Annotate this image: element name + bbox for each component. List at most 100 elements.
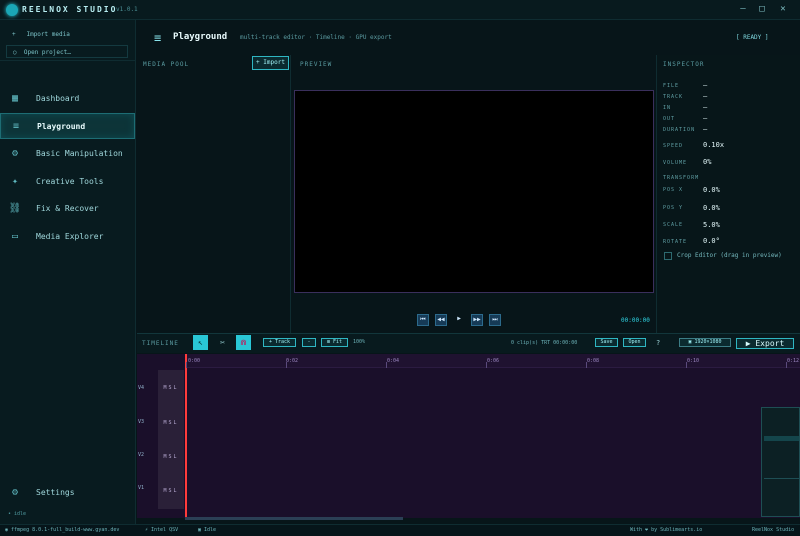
ruler-tick: [586, 362, 587, 368]
import-media-button[interactable]: + Import media: [6, 28, 128, 41]
ruler-label: 0:06: [487, 358, 500, 364]
inspector-value: —: [703, 81, 708, 89]
skip-start-button[interactable]: ⏮: [417, 314, 429, 326]
thumbnail-preview-popup: [761, 407, 800, 517]
save-button[interactable]: Save: [595, 338, 618, 347]
magnet-icon[interactable]: ⋒: [236, 335, 251, 350]
inspector-value: —: [703, 114, 708, 122]
ruler-label: 0:02: [286, 358, 299, 364]
inspector-label: INSPECTOR: [663, 61, 705, 68]
ruler-tick: [386, 362, 387, 368]
sidebar-item-label: Media Explorer: [36, 232, 104, 241]
sidebar-item-label: Dashboard: [36, 94, 80, 103]
fit-button[interactable]: ⊞ Fit: [321, 338, 348, 347]
play-button[interactable]: ▶: [453, 314, 465, 326]
sidebar-item-fix-recover[interactable]: ⛓ Fix & Recover: [0, 196, 135, 222]
open-button[interactable]: Open: [623, 338, 646, 347]
folder-icon: ▭: [11, 231, 19, 242]
import-button[interactable]: + Import: [252, 56, 289, 70]
sidebar-item-playground[interactable]: ≡ Playground: [0, 113, 135, 139]
ffmpeg-status: ◉ ffmpeg 8.0.1-full_build-www.gyan.dev: [5, 527, 120, 533]
ruler-tick: [186, 362, 187, 368]
clips-info: 0 clip(s) TRT 00:00:00: [511, 340, 578, 346]
speed-value[interactable]: 0.10x: [703, 141, 724, 149]
media-pool-panel: [137, 55, 291, 333]
media-pool-label: MEDIA POOL: [143, 61, 190, 68]
sliders-icon: ⚙: [11, 148, 19, 159]
circle-icon: ○: [13, 49, 17, 56]
preview-screen[interactable]: [294, 90, 654, 293]
skip-end-button[interactable]: ⏭: [489, 314, 501, 326]
ruler-tick: [786, 362, 787, 368]
rewind-button[interactable]: ◀◀: [435, 314, 447, 326]
resolution-select[interactable]: ▣ 1920×1080: [679, 338, 731, 347]
add-track-button[interactable]: + Track: [263, 338, 296, 347]
sidebar-item-settings[interactable]: ⚙ Settings: [0, 480, 135, 506]
inspector-key: TRANSFORM: [663, 175, 700, 181]
playground-header-icon: ≡: [154, 31, 162, 45]
dashboard-icon: ▦: [11, 93, 19, 104]
page-title: Playground: [173, 32, 228, 42]
ruler-label: 0:08: [587, 358, 600, 364]
import-media-label: Import media: [26, 31, 70, 38]
track-controls[interactable]: MSL: [158, 439, 184, 475]
inspector-value: —: [703, 92, 708, 100]
rotate-value[interactable]: 0.0°: [703, 237, 720, 245]
crop-editor-checkbox[interactable]: [664, 252, 672, 260]
track-controls[interactable]: MSL: [158, 473, 184, 509]
close-icon[interactable]: ✕: [776, 4, 790, 14]
sidebar-item-label: Playground: [37, 122, 86, 131]
zoom-out-button[interactable]: -: [302, 338, 316, 347]
playhead[interactable]: [185, 354, 187, 518]
sidebar-item-dashboard[interactable]: ▦ Dashboard: [0, 86, 135, 112]
track-controls[interactable]: MSL: [158, 405, 184, 441]
sidebar-item-creative-tools[interactable]: ✦ Creative Tools: [0, 169, 135, 195]
timeline-scrollbar[interactable]: [185, 517, 403, 520]
inspector-key: FILE: [663, 83, 680, 89]
maximize-icon[interactable]: □: [755, 4, 769, 14]
timeline-area[interactable]: [137, 354, 800, 518]
plus-icon: +: [12, 31, 16, 38]
scale-value[interactable]: 5.0%: [703, 221, 720, 229]
sidebar-item-label: Fix & Recover: [36, 204, 99, 213]
track-name: V3: [138, 419, 145, 425]
sidebar-item-basic-manipulation[interactable]: ⚙ Basic Manipulation: [0, 141, 135, 167]
sidebar-divider: [0, 60, 136, 61]
ruler-label: 0:10: [687, 358, 700, 364]
sidebar-item-media-explorer[interactable]: ▭ Media Explorer: [0, 224, 135, 250]
track-name: V4: [138, 385, 145, 391]
open-project-button[interactable]: ○ Open project…: [6, 45, 128, 58]
zoom-level: 100%: [353, 339, 366, 345]
ruler-label: 0:04: [387, 358, 400, 364]
page-subtitle: multi-track editor · Timeline · GPU expo…: [240, 34, 392, 41]
help-icon[interactable]: ?: [656, 339, 660, 347]
inspector-value: —: [703, 103, 708, 111]
app-logo-icon: [6, 4, 18, 16]
pos-x-value[interactable]: 0.0%: [703, 186, 720, 194]
inspector-key: OUT: [663, 116, 676, 122]
track-name: V1: [138, 485, 145, 491]
inspector-key: VOLUME: [663, 160, 688, 166]
fast-forward-button[interactable]: ▶▶: [471, 314, 483, 326]
preview-label: PREVIEW: [300, 61, 333, 68]
pos-y-value[interactable]: 0.0%: [703, 204, 720, 212]
sparkle-icon: ✦: [11, 176, 19, 187]
minimize-icon[interactable]: —: [736, 4, 750, 14]
gear-icon: ⚙: [11, 487, 19, 498]
app-name-text: ReelNox Studio: [752, 527, 795, 533]
gpu-status: ⚡ Intel QSV: [145, 527, 179, 533]
preview-timecode: 00:00:00: [621, 317, 650, 324]
track-controls[interactable]: MSL: [158, 370, 184, 406]
volume-value[interactable]: 0%: [703, 158, 711, 166]
ruler-label: 0:12: [787, 358, 800, 364]
sidebar-item-label: Creative Tools: [36, 177, 104, 186]
timeline-label: TIMELINE: [142, 340, 179, 347]
idle-indicator: • idle: [8, 511, 27, 517]
track-name: V2: [138, 452, 145, 458]
select-tool-icon[interactable]: ↖: [193, 335, 208, 350]
credit-text: With ❤ by Sublimearts.io: [630, 527, 703, 533]
inspector-key: SPEED: [663, 143, 684, 149]
app-title: REELNOX STUDIO: [22, 5, 118, 14]
scissors-icon[interactable]: ✂: [215, 335, 230, 350]
export-button[interactable]: ▶ Export: [736, 338, 794, 349]
